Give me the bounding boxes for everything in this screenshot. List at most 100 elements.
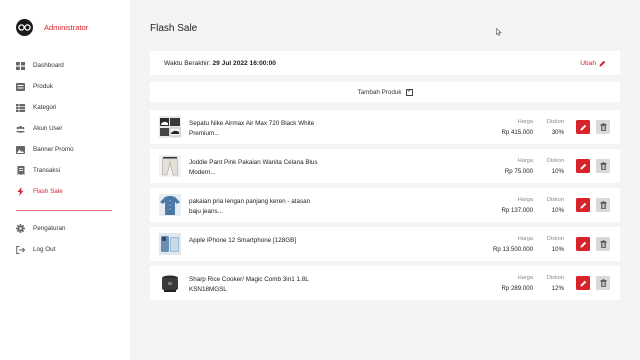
price-label: Harga — [517, 236, 533, 242]
brand-logo-icon — [16, 19, 33, 36]
price-label: Harga — [517, 119, 533, 125]
image-icon — [16, 145, 25, 154]
product-thumbnail — [159, 272, 181, 294]
edit-product-button[interactable] — [576, 159, 590, 173]
trash-icon — [600, 240, 606, 248]
deadline-label: Waktu Berakhir: — [164, 59, 211, 67]
sidebar-item-produk[interactable]: Produk — [16, 76, 116, 97]
sidebar-item-transaksi[interactable]: Transaksi — [16, 160, 116, 181]
discount-label: Diskon — [546, 197, 564, 203]
product-row: pakaian pria lengan panjang keren - atas… — [150, 188, 620, 222]
product-price: Rp 137.000 — [501, 207, 533, 214]
sidebar-item-label: Log Out — [33, 246, 56, 253]
product-discount: 10% — [551, 207, 564, 214]
product-price: Rp 415.000 — [501, 129, 533, 136]
deadline-text: Waktu Berakhir: 29 Jul 2022 16:00:00 — [164, 60, 276, 67]
product-row: Joddie Pant Pink Pakaian Wanita Celana B… — [150, 149, 620, 183]
sidebar-item-log-out[interactable]: Log Out — [16, 239, 116, 260]
product-thumbnail — [159, 155, 181, 177]
sidebar-item-pengaturan[interactable]: Pengaturan — [16, 218, 116, 239]
deadline-value: 29 Jul 2022 16:00:00 — [212, 59, 276, 67]
discount-label: Diskon — [546, 275, 564, 281]
discount-label: Diskon — [546, 236, 564, 242]
receipt-icon — [16, 166, 25, 175]
product-name: Joddie Pant Pink Pakaian Wanita Celana B… — [189, 159, 318, 176]
product-price: Rp 13.500.000 — [493, 246, 533, 253]
delete-product-button[interactable] — [596, 276, 610, 290]
product-thumbnail — [159, 233, 181, 255]
edit-deadline-label: Ubah — [580, 59, 596, 67]
sidebar-item-label: Kategori — [33, 104, 57, 111]
product-thumbnail — [159, 116, 181, 138]
trash-icon — [600, 279, 606, 287]
pencil-icon — [580, 280, 586, 286]
product-name: Apple iPhone 12 Smartphone [128GB] — [189, 237, 297, 244]
add-product-label: Tambah Produk — [357, 88, 402, 96]
users-icon — [16, 124, 25, 133]
sidebar: Administrator Dashboard Produk Kategori … — [0, 0, 130, 360]
price-label: Harga — [517, 158, 533, 164]
table-icon — [16, 103, 25, 112]
sidebar-nav: Dashboard Produk Kategori Akun User Bann… — [16, 55, 116, 260]
grid-icon — [16, 61, 25, 70]
mouse-cursor-icon — [496, 23, 502, 41]
plus-icon: + — [405, 88, 413, 96]
flash-icon — [16, 187, 25, 196]
brand: Administrator — [16, 19, 88, 36]
flash-sale-deadline-card: Waktu Berakhir: 29 Jul 2022 16:00:00 Uba… — [150, 51, 620, 75]
sidebar-item-kategori[interactable]: Kategori — [16, 97, 116, 118]
delete-product-button[interactable] — [596, 120, 610, 134]
pencil-icon — [580, 202, 586, 208]
edit-product-button[interactable] — [576, 276, 590, 290]
sidebar-item-label: Banner Promo — [33, 146, 74, 153]
product-row: Apple iPhone 12 Smartphone [128GB] Harga… — [150, 227, 620, 261]
edit-deadline-button[interactable]: Ubah — [580, 60, 606, 67]
pencil-icon — [599, 60, 606, 66]
pencil-icon — [580, 124, 586, 130]
trash-icon — [600, 201, 606, 209]
delete-product-button[interactable] — [596, 198, 610, 212]
sidebar-item-label: Dashboard — [33, 62, 64, 69]
product-discount: 30% — [551, 129, 564, 136]
add-product-button[interactable]: Tambah Produk + — [150, 82, 620, 102]
brand-name: Administrator — [44, 23, 89, 32]
pencil-icon — [580, 241, 586, 247]
discount-label: Diskon — [546, 119, 564, 125]
page-title: Flash Sale — [150, 23, 198, 34]
discount-label: Diskon — [546, 158, 564, 164]
edit-product-button[interactable] — [576, 237, 590, 251]
product-discount: 12% — [551, 285, 564, 292]
sidebar-item-label: Produk — [33, 83, 53, 90]
price-label: Harga — [517, 275, 533, 281]
sidebar-item-label: Akun User — [33, 125, 63, 132]
pencil-icon — [580, 163, 586, 169]
edit-product-button[interactable] — [576, 198, 590, 212]
product-name: Sharp Rice Cooker/ Magic Comb 3in1 1.8L … — [189, 276, 309, 293]
box-icon — [16, 82, 25, 91]
edit-product-button[interactable] — [576, 120, 590, 134]
product-price: Rp 75.000 — [504, 168, 533, 175]
logout-icon — [16, 245, 25, 254]
price-label: Harga — [517, 197, 533, 203]
delete-product-button[interactable] — [596, 237, 610, 251]
sidebar-item-label: Transaksi — [33, 167, 61, 174]
sidebar-item-dashboard[interactable]: Dashboard — [16, 55, 116, 76]
sidebar-item-flash-sale[interactable]: Flash Sale — [16, 181, 116, 202]
sidebar-item-banner-promo[interactable]: Banner Promo — [16, 139, 116, 160]
product-thumbnail — [159, 194, 181, 216]
sidebar-divider — [16, 210, 112, 211]
gear-icon — [16, 224, 25, 233]
sidebar-item-label: Pengaturan — [33, 225, 66, 232]
sidebar-item-akun-user[interactable]: Akun User — [16, 118, 116, 139]
delete-product-button[interactable] — [596, 159, 610, 173]
trash-icon — [600, 162, 606, 170]
product-name: pakaian pria lengan panjang keren - atas… — [189, 198, 311, 215]
sidebar-item-label: Flash Sale — [33, 188, 63, 195]
product-discount: 10% — [551, 246, 564, 253]
product-row: Sharp Rice Cooker/ Magic Comb 3in1 1.8L … — [150, 266, 620, 300]
product-name: Sepatu Nike Airmax Air Max 720 Black Whi… — [189, 120, 315, 137]
product-discount: 10% — [551, 168, 564, 175]
product-row: Sepatu Nike Airmax Air Max 720 Black Whi… — [150, 110, 620, 144]
trash-icon — [600, 123, 606, 131]
product-price: Rp 289.000 — [501, 285, 533, 292]
